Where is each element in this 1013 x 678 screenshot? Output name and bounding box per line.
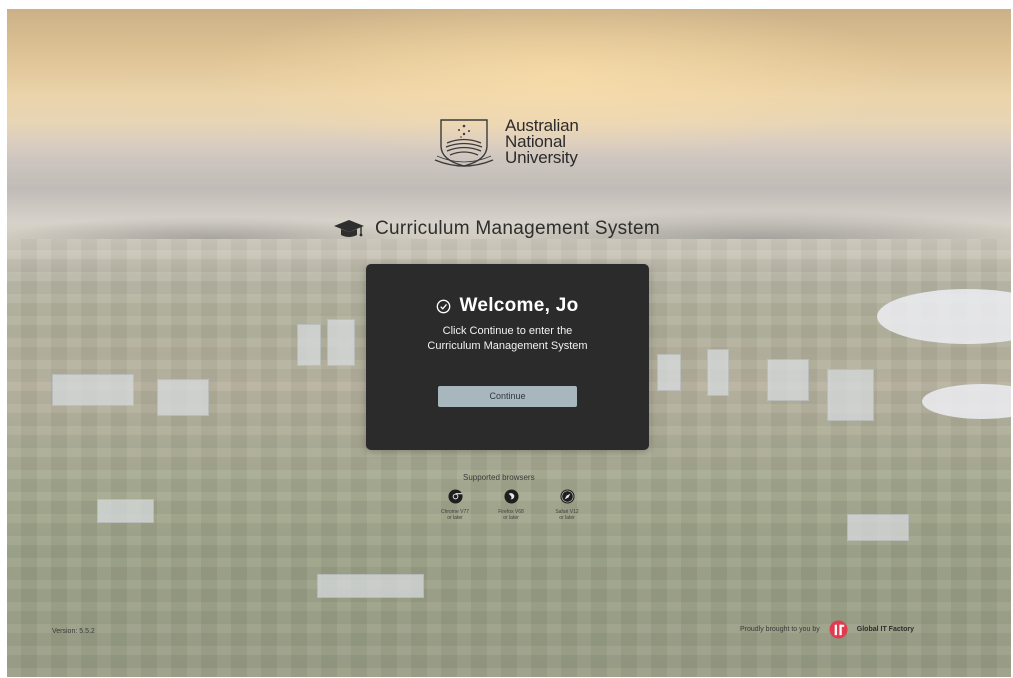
credit-footer: Proudly brought to you by Global IT Fact… <box>740 620 914 639</box>
system-title: Curriculum Management System <box>333 218 660 240</box>
welcome-card: Welcome, Jo Click Continue to enter the … <box>366 264 649 450</box>
firefox-icon <box>503 489 519 504</box>
browser-safari: Safari V12 or later <box>549 489 585 521</box>
university-name-line: University <box>505 148 578 167</box>
system-title-text: Curriculum Management System <box>375 218 661 239</box>
university-name: Australian National University <box>505 117 579 167</box>
global-it-factory-logo-icon <box>829 620 848 639</box>
browser-chrome: Chrome V77 or later <box>437 489 473 521</box>
browser-firefox: Firefox V68 or later <box>493 489 529 521</box>
welcome-heading: Welcome, Jo <box>366 295 649 317</box>
anu-logo: Australian National University <box>433 116 579 168</box>
continue-button[interactable]: Continue <box>438 386 577 407</box>
welcome-message-line: Curriculum Management System <box>427 340 588 352</box>
browser-suffix: or later <box>559 515 575 521</box>
check-circle-icon <box>437 299 451 313</box>
welcome-text: Welcome, Jo <box>459 295 579 316</box>
chrome-icon <box>447 489 463 504</box>
welcome-message-line: Click Continue to enter the <box>442 325 573 337</box>
version-label: Version: 5.5.2 <box>52 628 95 635</box>
brand-name: Global IT Factory <box>856 626 914 633</box>
anu-crest-icon <box>434 119 494 167</box>
safari-icon <box>559 489 575 504</box>
browser-suffix: or later <box>447 515 463 521</box>
supported-browsers-list: Chrome V77 or later Firefox V68 or later… <box>437 489 585 521</box>
credit-text: Proudly brought to you by <box>740 626 820 633</box>
graduation-cap-icon <box>334 220 364 237</box>
supported-browsers-label: Supported browsers <box>463 473 535 482</box>
welcome-message: Click Continue to enter the Curriculum M… <box>366 324 649 354</box>
browser-suffix: or later <box>503 515 519 521</box>
